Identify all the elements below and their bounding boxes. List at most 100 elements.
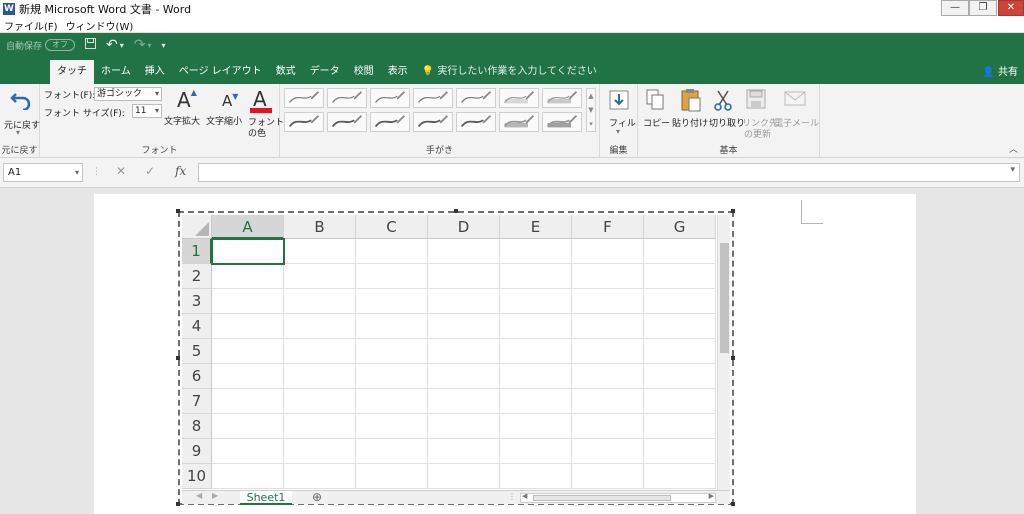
pen-style-7[interactable]	[542, 88, 582, 108]
email-label[interactable]: 電子メール	[774, 116, 819, 129]
cell-e9[interactable]	[500, 439, 572, 464]
cell-a5[interactable]	[212, 339, 284, 364]
collapse-ribbon-icon[interactable]: ︿	[1009, 142, 1018, 155]
cell-c8[interactable]	[356, 414, 428, 439]
menu-file[interactable]: ファイル(F)	[0, 18, 62, 33]
cell-f10[interactable]	[572, 464, 644, 489]
cell-f6[interactable]	[572, 364, 644, 389]
fill-down-icon[interactable]	[609, 90, 629, 113]
pen-style-8[interactable]	[284, 112, 324, 132]
font-name-combo[interactable]: 游ゴシック	[94, 87, 162, 101]
cell-b6[interactable]	[284, 364, 356, 389]
horizontal-scroll-thumb[interactable]	[533, 495, 671, 501]
row-header-9[interactable]: 9	[182, 439, 212, 464]
cell-f7[interactable]	[572, 389, 644, 414]
pen-style-1[interactable]	[284, 88, 324, 108]
cell-b8[interactable]	[284, 414, 356, 439]
cell-b4[interactable]	[284, 314, 356, 339]
fill-label[interactable]: フィル	[609, 116, 636, 129]
row-header-5[interactable]: 5	[182, 339, 212, 364]
cell-e1[interactable]	[500, 239, 572, 264]
fill-dropdown-icon[interactable]: ▾	[616, 127, 620, 136]
redo-dropdown-icon[interactable]: ▾	[148, 41, 152, 50]
cell-g2[interactable]	[644, 264, 716, 289]
undo-large-icon[interactable]	[10, 90, 32, 113]
cell-d6[interactable]	[428, 364, 500, 389]
row-header-2[interactable]: 2	[182, 264, 212, 289]
cell-e2[interactable]	[500, 264, 572, 289]
tab-scroll-right-icon[interactable]: ▶	[212, 491, 218, 500]
column-header-e[interactable]: E	[500, 215, 572, 239]
resize-handle-se[interactable]	[731, 502, 735, 506]
cell-d7[interactable]	[428, 389, 500, 414]
grow-font-icon[interactable]: A▲	[177, 88, 197, 112]
cell-c1[interactable]	[356, 239, 428, 264]
tab-formulas[interactable]: 数式	[269, 60, 303, 84]
cell-c5[interactable]	[356, 339, 428, 364]
restore-button[interactable]: ❐	[969, 0, 997, 16]
pen-style-13[interactable]	[499, 112, 539, 132]
column-header-f[interactable]: F	[572, 215, 644, 239]
shrink-font-icon[interactable]: A▼	[222, 92, 238, 110]
cell-f9[interactable]	[572, 439, 644, 464]
hscroll-right-icon[interactable]: ▶	[709, 492, 714, 500]
pen-style-11[interactable]	[413, 112, 453, 132]
cell-b7[interactable]	[284, 389, 356, 414]
cell-g5[interactable]	[644, 339, 716, 364]
tell-me-search[interactable]: 💡 実行したい作業を入力してください	[415, 60, 604, 84]
resize-handle-nw[interactable]	[176, 209, 180, 213]
cell-g9[interactable]	[644, 439, 716, 464]
pen-style-2[interactable]	[327, 88, 367, 108]
column-header-c[interactable]: C	[356, 215, 428, 239]
cell-e7[interactable]	[500, 389, 572, 414]
update-link-label-2[interactable]: の更新	[744, 127, 771, 140]
cell-g7[interactable]	[644, 389, 716, 414]
name-box[interactable]: A1	[3, 163, 83, 182]
resize-handle-ne[interactable]	[731, 209, 735, 213]
vertical-scroll-thumb[interactable]	[720, 243, 729, 353]
share-button[interactable]: 👤 共有	[982, 63, 1018, 78]
paste-icon[interactable]	[680, 88, 702, 115]
undo-dropdown-icon2[interactable]: ▾	[16, 128, 20, 137]
cell-c2[interactable]	[356, 264, 428, 289]
undo-dropdown-icon[interactable]: ▾	[120, 41, 124, 50]
tab-scroll-left-icon[interactable]: ◀	[196, 491, 202, 500]
row-header-3[interactable]: 3	[182, 289, 212, 314]
cell-g10[interactable]	[644, 464, 716, 489]
tab-review[interactable]: 校閲	[347, 60, 381, 84]
redo-icon[interactable]: ↷	[134, 37, 146, 53]
menu-window[interactable]: ウィンドウ(W)	[62, 18, 138, 33]
cell-e8[interactable]	[500, 414, 572, 439]
close-button[interactable]: ✕	[998, 0, 1024, 16]
cell-g1[interactable]	[644, 239, 716, 264]
resize-handle-sw[interactable]	[176, 502, 180, 506]
cell-g4[interactable]	[644, 314, 716, 339]
add-sheet-icon[interactable]: ⊕	[312, 490, 322, 504]
pen-style-9[interactable]	[327, 112, 367, 132]
update-link-icon[interactable]	[746, 89, 766, 114]
cell-e10[interactable]	[500, 464, 572, 489]
pen-style-14[interactable]	[542, 112, 582, 132]
column-header-g[interactable]: G	[644, 215, 716, 239]
row-header-7[interactable]: 7	[182, 389, 212, 414]
cell-d5[interactable]	[428, 339, 500, 364]
cell-d2[interactable]	[428, 264, 500, 289]
copy-icon[interactable]	[646, 89, 666, 114]
cell-e5[interactable]	[500, 339, 572, 364]
column-header-b[interactable]: B	[284, 215, 356, 239]
grow-font-label[interactable]: 文字拡大	[164, 114, 200, 127]
tab-data[interactable]: データ	[303, 60, 347, 84]
cell-b3[interactable]	[284, 289, 356, 314]
undo-button-label[interactable]: 元に戻す	[4, 118, 40, 131]
pen-style-12[interactable]	[456, 112, 496, 132]
cell-d8[interactable]	[428, 414, 500, 439]
cell-c9[interactable]	[356, 439, 428, 464]
column-header-a[interactable]: A	[212, 215, 284, 239]
cell-f2[interactable]	[572, 264, 644, 289]
cell-c7[interactable]	[356, 389, 428, 414]
cell-a8[interactable]	[212, 414, 284, 439]
save-icon[interactable]	[85, 38, 97, 52]
cell-g8[interactable]	[644, 414, 716, 439]
cell-a3[interactable]	[212, 289, 284, 314]
cell-f5[interactable]	[572, 339, 644, 364]
